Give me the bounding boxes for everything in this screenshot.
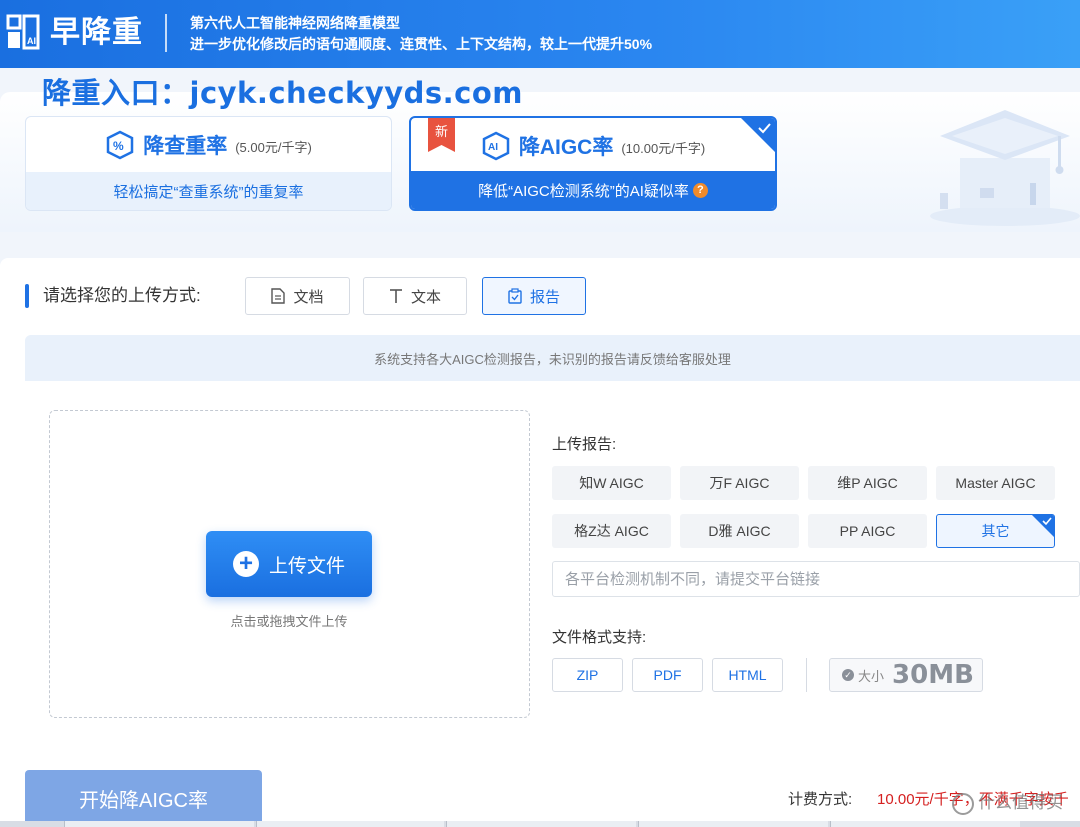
taskbar-item[interactable] bbox=[64, 821, 254, 827]
platform-option-selected[interactable]: 其它 bbox=[936, 514, 1055, 548]
selected-check-icon bbox=[1032, 515, 1054, 537]
watermark-logo-icon bbox=[952, 792, 974, 815]
graduation-illustration bbox=[930, 110, 1080, 226]
svg-text:AI: AI bbox=[27, 36, 36, 46]
card-subtitle: 轻松搞定“查重系统”的重复率 bbox=[26, 172, 391, 210]
card-title: 降AIGC率 bbox=[518, 135, 614, 159]
card-price: (10.00元/千字) bbox=[621, 141, 706, 156]
app-header: AI 早降重 第六代人工智能神经网络降重模型 进一步优化修改后的语句通顺度、连贯… bbox=[0, 0, 1080, 68]
service-card-plagiarism[interactable]: % 降查重率 (5.00元/千字) 轻松搞定“查重系统”的重复率 bbox=[25, 116, 392, 211]
taskbar-item[interactable] bbox=[256, 821, 444, 827]
entry-link[interactable]: 降重入口：jcyk.checkyyds.com bbox=[42, 70, 523, 112]
upload-type-document[interactable]: 文档 bbox=[245, 277, 350, 315]
percent-shield-icon: % bbox=[106, 130, 134, 159]
card-price: (5.00元/千字) bbox=[235, 140, 312, 155]
format-label: 文件格式支持: bbox=[552, 629, 647, 646]
fee-label: 计费方式: bbox=[788, 791, 853, 808]
header-divider bbox=[165, 14, 167, 52]
platform-link-input[interactable] bbox=[552, 561, 1080, 597]
platform-option[interactable]: 万F AIGC bbox=[680, 466, 799, 500]
card-header: % 降查重率 (5.00元/千字) bbox=[26, 117, 391, 172]
card-title: 降查重率 bbox=[143, 134, 228, 158]
clipboard-check-icon bbox=[508, 288, 522, 304]
upload-type-text[interactable]: 文本 bbox=[363, 277, 467, 315]
card-header: AI 降AIGC率 (10.00元/千字) bbox=[411, 118, 775, 173]
platform-option[interactable]: D雅 AIGC bbox=[680, 514, 799, 548]
upload-method-label: 请选择您的上传方式: bbox=[43, 286, 201, 305]
check-circle-icon: ✓ bbox=[842, 669, 854, 681]
upload-hint: 点击或拖拽文件上传 bbox=[230, 614, 348, 629]
text-icon bbox=[389, 289, 402, 303]
upload-type-label: 文本 bbox=[410, 288, 441, 306]
plus-icon: + bbox=[232, 551, 259, 577]
size-value: 30MB bbox=[892, 660, 974, 690]
upload-type-label: 报告 bbox=[529, 288, 560, 306]
header-tagline-1: 第六代人工智能神经网络降重模型 bbox=[190, 15, 400, 31]
help-icon[interactable]: ? bbox=[692, 182, 708, 198]
ai-shield-icon: AI bbox=[482, 131, 510, 160]
platform-option-label: 其它 bbox=[981, 523, 1010, 539]
taskbar bbox=[0, 821, 1080, 827]
platform-option[interactable]: PP AIGC bbox=[808, 514, 927, 548]
watermark: 什么值得买 bbox=[952, 788, 1063, 815]
size-label: 大小 bbox=[858, 668, 885, 684]
logo-icon: AI bbox=[6, 14, 40, 50]
platform-option[interactable]: 格Z达 AIGC bbox=[552, 514, 671, 548]
section-marker bbox=[25, 284, 29, 308]
platform-option[interactable]: 知W AIGC bbox=[552, 466, 671, 500]
platform-option[interactable]: Master AIGC bbox=[936, 466, 1055, 500]
upload-type-report[interactable]: 报告 bbox=[482, 277, 586, 315]
service-card-aigc[interactable]: 新 AI 降AIGC率 (10.00元/千字) 降低“AIGC检测系统”的AI疑… bbox=[409, 116, 777, 211]
format-tag: HTML bbox=[712, 658, 783, 692]
taskbar-item[interactable] bbox=[638, 821, 828, 827]
notice-text: 系统支持各大AIGC检测报告，未识别的报告请反馈给客服处理 bbox=[25, 335, 1080, 381]
upload-file-button[interactable]: + 上传文件 bbox=[206, 531, 372, 597]
card-subtitle: 降低“AIGC检测系统”的AI疑似率 bbox=[478, 182, 689, 200]
format-tag: PDF bbox=[632, 658, 703, 692]
selected-check-icon bbox=[741, 118, 775, 152]
svg-text:AI: AI bbox=[488, 142, 498, 153]
document-icon bbox=[271, 288, 286, 304]
upload-type-label: 文档 bbox=[293, 288, 324, 306]
watermark-text: 什么值得买 bbox=[978, 793, 1063, 812]
taskbar-item[interactable] bbox=[830, 821, 1020, 827]
format-divider bbox=[806, 658, 807, 692]
taskbar-item[interactable] bbox=[446, 821, 636, 827]
header-tagline-2: 进一步优化修改后的语句通顺度、连贯性、上下文结构，较上一代提升50% bbox=[190, 36, 653, 52]
start-aigc-button[interactable]: 开始降AIGC率 bbox=[25, 770, 262, 827]
size-limit: ✓ 大小 30MB bbox=[829, 658, 983, 692]
card-subtitle-row: 降低“AIGC检测系统”的AI疑似率 ? bbox=[411, 171, 775, 209]
report-label: 上传报告: bbox=[552, 436, 617, 453]
platform-option[interactable]: 维P AIGC bbox=[808, 466, 927, 500]
svg-text:%: % bbox=[113, 139, 124, 153]
format-tag: ZIP bbox=[552, 658, 623, 692]
brand-name: 早降重 bbox=[50, 15, 143, 50]
upload-button-label: 上传文件 bbox=[268, 555, 345, 577]
